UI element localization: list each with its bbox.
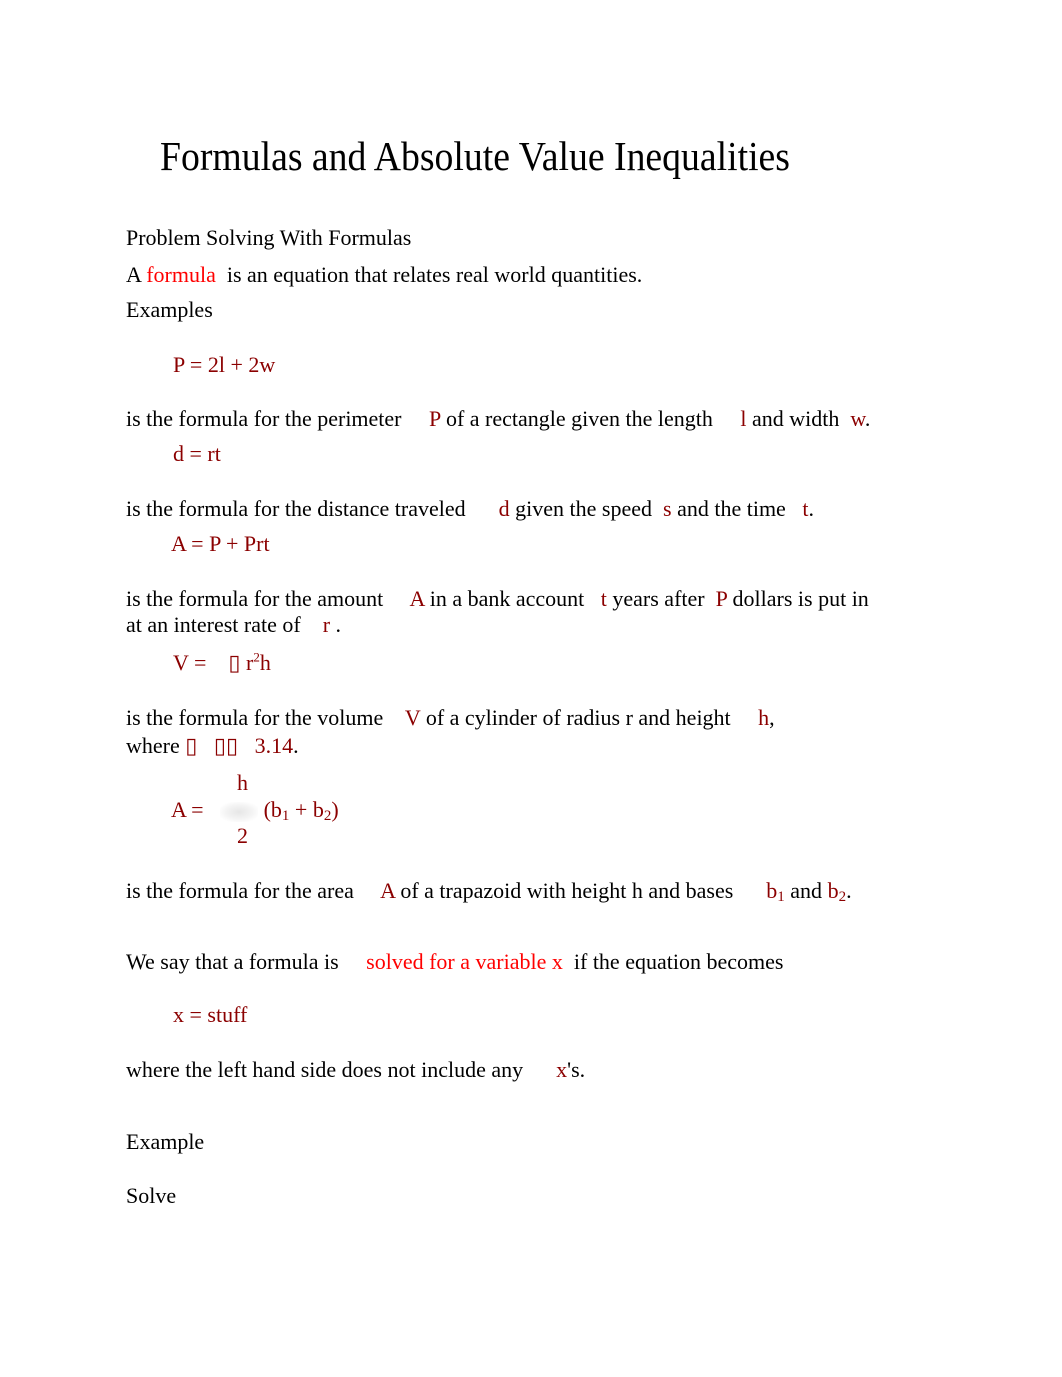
formula-part: (b	[263, 797, 282, 822]
desc-perimeter: is the formula for the perimeter P of a …	[126, 405, 870, 433]
var-s: s	[663, 496, 672, 521]
var-r: r	[322, 612, 331, 637]
desc-text: in a bank account	[429, 586, 585, 611]
var-x: x	[556, 1057, 568, 1082]
var-A: A	[409, 586, 425, 611]
var-w: w	[850, 406, 865, 431]
subscript: 2	[323, 808, 332, 824]
desc-text: is the formula for the distance traveled	[126, 496, 466, 521]
formula-interest: A = P + Prt	[171, 531, 270, 556]
definition-prefix: A	[126, 262, 141, 287]
pi-missing-glyph-icon: ▯	[228, 650, 241, 675]
desc-text: and width	[752, 406, 840, 431]
desc-text: .	[335, 612, 342, 637]
formula-perimeter: P = 2l + 2w	[173, 352, 276, 377]
definition-line: A formula is an equation that relates re…	[126, 261, 642, 289]
desc-text: .	[293, 733, 299, 758]
var-h: h	[758, 705, 770, 730]
pi-missing-glyph-icon: ▯	[185, 733, 198, 758]
var-P: P	[429, 406, 441, 431]
section-heading: Problem Solving With Formulas	[126, 225, 412, 250]
desc-distance: is the formula for the distance traveled…	[126, 495, 814, 523]
var-b1: b1	[766, 878, 785, 905]
desc-text: and	[790, 878, 823, 903]
desc-text: where	[126, 733, 180, 758]
pi-value: 3.14	[254, 733, 294, 758]
solved-for-after: where the left hand side does not includ…	[126, 1056, 585, 1084]
desc-text: is the formula for the amount	[126, 586, 384, 611]
examples-label: Examples	[126, 297, 213, 322]
desc-interest-line2: at an interest rate of r .	[126, 611, 341, 639]
formula-trapezoid-area: A = (b1 + b2)	[171, 796, 339, 824]
desc-volume-line2: where ▯ ▯▯ 3.14.	[126, 732, 299, 760]
fraction-bar-image	[220, 801, 259, 822]
solve-label: Solve	[126, 1183, 177, 1208]
desc-text: .	[808, 496, 814, 521]
desc-volume-line1: is the formula for the volume V of a cyl…	[126, 704, 775, 732]
formula-part: )	[331, 797, 339, 822]
desc-text: .	[846, 878, 852, 903]
approx-missing-glyph-icon: ▯▯	[213, 733, 239, 758]
desc-text: if the equation becomes	[573, 949, 784, 974]
desc-text: 's.	[567, 1057, 586, 1082]
formula-part: + b	[289, 797, 324, 822]
fraction-numerator: h	[237, 770, 248, 795]
desc-text: ,	[769, 705, 775, 730]
definition-term: formula	[146, 262, 216, 287]
formula-distance: d = rt	[173, 441, 221, 466]
desc-text: given the speed	[515, 496, 653, 521]
desc-text: is the formula for the perimeter	[126, 406, 402, 431]
var-base: b	[766, 878, 778, 903]
formula-lhs: A =	[171, 797, 204, 822]
subscript: 2	[838, 889, 847, 905]
subscript: 1	[777, 889, 785, 905]
var-A: A	[380, 878, 395, 903]
desc-trapezoid: is the formula for the area A of a trapa…	[126, 877, 852, 905]
desc-text: of a trapazoid with height h and bases	[400, 878, 734, 903]
var-P: P	[715, 586, 728, 611]
desc-text: dollars is put in	[732, 586, 869, 611]
desc-text: and the time	[677, 496, 786, 521]
formula-tail: h	[259, 650, 271, 675]
fraction-denominator: 2	[237, 823, 248, 848]
desc-text: at an interest rate of	[126, 612, 301, 637]
var-base: b	[827, 878, 839, 903]
desc-text: of a rectangle given the length	[445, 406, 713, 431]
subscript: 1	[281, 808, 290, 824]
formula-cylinder-volume: V = ▯ r2h	[173, 649, 271, 677]
desc-text: years after	[612, 586, 705, 611]
formula-x-stuff: x = stuff	[173, 1002, 248, 1027]
var-V: V	[404, 705, 421, 730]
desc-interest-line1: is the formula for the amount A in a ban…	[126, 585, 869, 613]
var-b2: b2	[827, 878, 847, 905]
solved-for-line: We say that a formula is solved for a va…	[126, 948, 783, 976]
var-t: t	[600, 586, 607, 611]
desc-text: is the formula for the volume	[126, 705, 384, 730]
desc-text: where the left hand side does not includ…	[126, 1057, 524, 1082]
desc-text: of a cylinder of radius r and height	[425, 705, 731, 730]
desc-text: We say that a formula is	[126, 949, 339, 974]
desc-text: is the formula for the area	[126, 878, 354, 903]
example-label: Example	[126, 1129, 205, 1154]
var-l: l	[740, 406, 747, 431]
formula-lhs: V =	[173, 650, 207, 675]
definition-suffix: is an equation that relates real world q…	[226, 262, 643, 287]
page-title: Formulas and Absolute Value Inequalities	[160, 133, 790, 179]
var-d: d	[498, 496, 510, 521]
solved-for-term: solved for a variable x	[366, 949, 563, 974]
desc-text: .	[864, 406, 871, 431]
